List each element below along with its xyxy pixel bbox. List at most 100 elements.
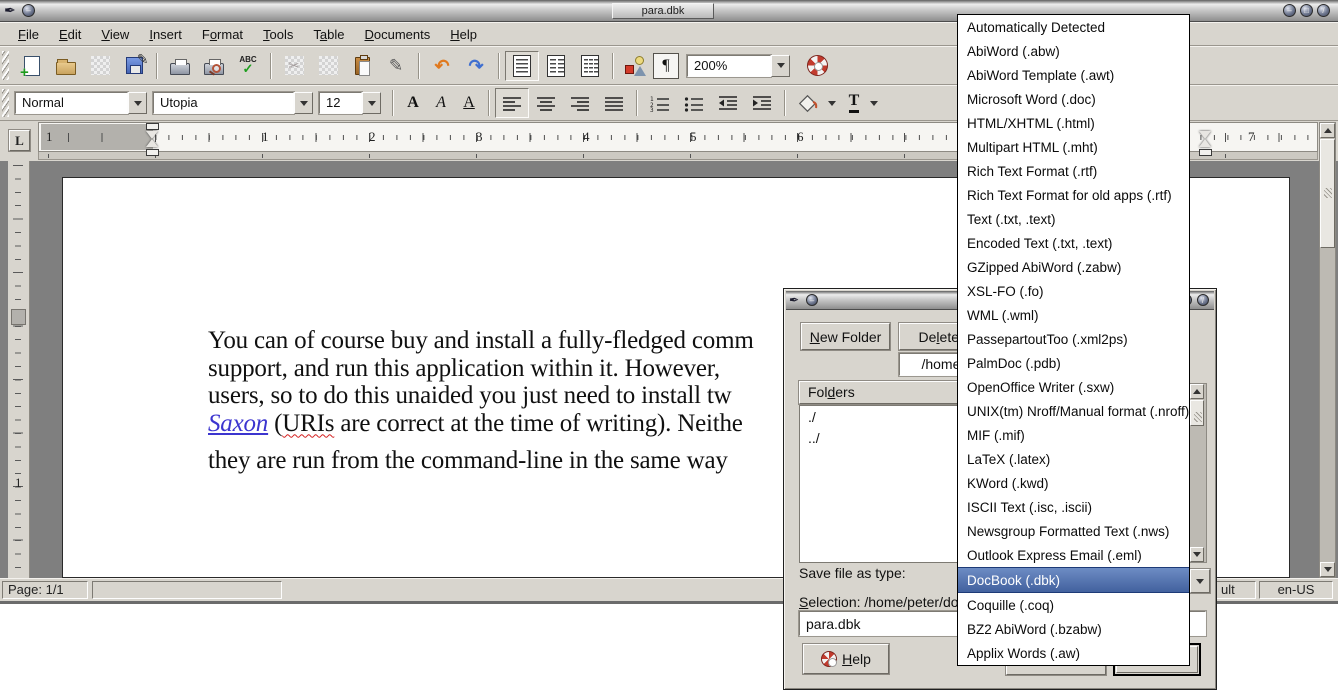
align-left-button[interactable] (495, 88, 529, 118)
format-option[interactable]: Rich Text Format for old apps (.rtf) (958, 183, 1189, 207)
zoom-value[interactable]: 200% (687, 55, 771, 77)
style-dropdown-button[interactable] (128, 92, 147, 114)
format-painter-button[interactable]: ✎ (379, 51, 413, 81)
highlight-color-dropdown[interactable] (825, 90, 839, 116)
vertical-ruler[interactable]: 1 (8, 161, 30, 578)
style-value[interactable]: Normal (15, 92, 128, 114)
minimize-button[interactable]: – (1283, 4, 1296, 17)
menu-tools[interactable]: Tools (255, 25, 301, 44)
left-indent-marker[interactable] (146, 131, 158, 147)
format-option[interactable]: MIF (.mif) (958, 423, 1189, 447)
scroll-up-button[interactable] (1190, 384, 1204, 399)
format-option[interactable]: Rich Text Format (.rtf) (958, 159, 1189, 183)
font-size-dropdown-button[interactable] (362, 92, 381, 114)
italic-button[interactable]: A (427, 88, 455, 118)
new-document-button[interactable]: + (15, 51, 49, 81)
format-option[interactable]: Text (.txt, .text) (958, 207, 1189, 231)
format-option[interactable]: XSL-FO (.fo) (958, 279, 1189, 303)
scroll-up-button[interactable] (1320, 123, 1335, 138)
format-option[interactable]: AbiWord Template (.awt) (958, 63, 1189, 87)
window-menu-button[interactable]: – (22, 4, 35, 17)
save-as-button[interactable]: ✎ (117, 51, 151, 81)
vertical-scrollbar[interactable] (1319, 122, 1336, 578)
format-option[interactable]: LaTeX (.latex) (958, 447, 1189, 471)
maximize-button[interactable]: □ (1300, 4, 1313, 17)
menu-edit[interactable]: Edit (51, 25, 89, 44)
show-formatting-marks-button[interactable]: ¶ (653, 53, 679, 79)
increase-indent-button[interactable] (745, 88, 779, 118)
scroll-down-button[interactable] (1190, 547, 1204, 562)
format-option[interactable]: WML (.wml) (958, 303, 1189, 327)
format-option[interactable]: GZipped AbiWord (.zabw) (958, 255, 1189, 279)
right-indent-base-marker[interactable] (1199, 149, 1212, 156)
spellcheck-button[interactable]: ABC✓ (231, 51, 265, 81)
menu-documents[interactable]: Documents (357, 25, 439, 44)
zoom-dropdown-button[interactable] (771, 55, 790, 77)
scrollbar-thumb[interactable] (1190, 400, 1204, 426)
numbered-list-button[interactable]: 123 (643, 88, 677, 118)
format-option[interactable]: ISCII Text (.isc, .iscii) (958, 495, 1189, 519)
insert-graphic-button[interactable] (619, 51, 653, 81)
toolbar-drag-handle[interactable] (2, 51, 9, 81)
underline-button[interactable]: A (455, 88, 483, 118)
align-center-button[interactable] (529, 88, 563, 118)
vertical-margin-marker[interactable] (11, 309, 26, 325)
dialog-help-button[interactable]: Help (803, 644, 889, 674)
font-size-value[interactable]: 12 (319, 92, 362, 114)
view-normal-button[interactable] (505, 51, 539, 81)
help-button[interactable] (800, 51, 834, 81)
menu-file[interactable]: File (10, 25, 47, 44)
font-color-dropdown[interactable] (867, 90, 881, 116)
format-option[interactable]: Encoded Text (.txt, .text) (958, 231, 1189, 255)
scrollbar-thumb[interactable] (1320, 139, 1335, 248)
undo-button[interactable]: ↶ (425, 51, 459, 81)
format-option[interactable]: Outlook Express Email (.eml) (958, 543, 1189, 567)
format-option[interactable]: PassepartoutToo (.xml2ps) (958, 327, 1189, 351)
format-option[interactable]: HTML/XHTML (.html) (958, 111, 1189, 135)
dialog-window-menu-button[interactable]: – (806, 294, 818, 306)
new-folder-button[interactable]: New Folder (801, 323, 890, 350)
right-indent-marker[interactable] (1199, 131, 1211, 147)
view-three-column-button[interactable] (573, 51, 607, 81)
bullet-list-button[interactable] (677, 88, 711, 118)
paste-button[interactable] (345, 51, 379, 81)
saxon-hyperlink[interactable]: Saxon (208, 410, 268, 437)
menu-help[interactable]: Help (442, 25, 485, 44)
view-two-column-button[interactable] (539, 51, 573, 81)
open-button[interactable] (49, 51, 83, 81)
format-option[interactable]: Automatically Detected (958, 15, 1189, 39)
first-line-indent-marker[interactable] (146, 123, 159, 130)
format-option[interactable]: UNIX(tm) Nroff/Manual format (.nroff) (958, 399, 1189, 423)
font-color-button[interactable]: T (841, 88, 867, 118)
menu-format[interactable]: Format (194, 25, 251, 44)
font-value[interactable]: Utopia (153, 92, 294, 114)
format-option[interactable]: BZ2 AbiWord (.bzabw) (958, 617, 1189, 641)
file-type-dropdown-button[interactable] (1190, 569, 1210, 593)
tab-selector-button[interactable]: L (9, 130, 30, 151)
format-option[interactable]: Multipart HTML (.mht) (958, 135, 1189, 159)
print-preview-button[interactable] (197, 51, 231, 81)
redo-button[interactable]: ↷ (459, 51, 493, 81)
highlight-color-button[interactable] (791, 88, 825, 118)
format-option[interactable]: DocBook (.dbk) (958, 567, 1189, 593)
close-button[interactable]: / (1317, 4, 1330, 17)
format-option[interactable]: Microsoft Word (.doc) (958, 87, 1189, 111)
dialog-close-button[interactable]: / (1197, 294, 1209, 306)
format-option[interactable]: PalmDoc (.pdb) (958, 351, 1189, 375)
format-option[interactable]: OpenOffice Writer (.sxw) (958, 375, 1189, 399)
menu-view[interactable]: View (93, 25, 137, 44)
format-option[interactable]: Newsgroup Formatted Text (.nws) (958, 519, 1189, 543)
decrease-indent-button[interactable] (711, 88, 745, 118)
format-option[interactable]: AbiWord (.abw) (958, 39, 1189, 63)
format-option[interactable]: Applix Words (.aw) (958, 641, 1189, 665)
menu-table[interactable]: Table (305, 25, 352, 44)
menu-insert[interactable]: Insert (141, 25, 190, 44)
align-justify-button[interactable] (597, 88, 631, 118)
left-indent-base-marker[interactable] (146, 149, 159, 156)
format-option[interactable]: KWord (.kwd) (958, 471, 1189, 495)
bold-button[interactable]: A (399, 88, 427, 118)
scroll-down-button[interactable] (1320, 562, 1335, 577)
files-list-scrollbar[interactable] (1189, 383, 1207, 563)
print-button[interactable] (163, 51, 197, 81)
toolbar-drag-handle[interactable] (2, 89, 9, 116)
